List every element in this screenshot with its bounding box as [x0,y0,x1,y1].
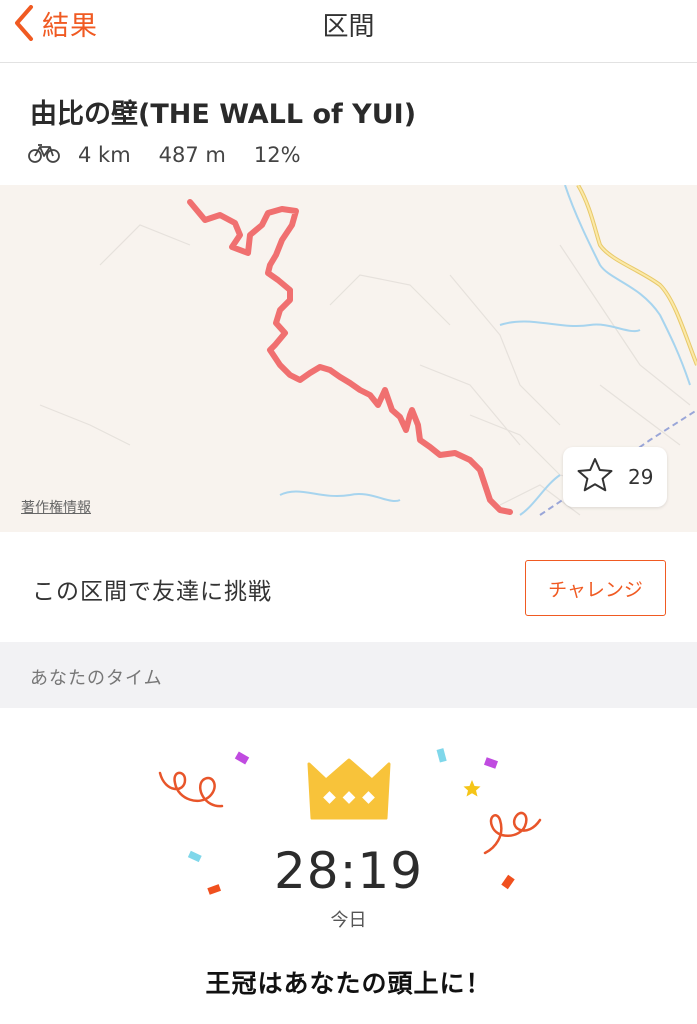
segment-map[interactable]: 著作権情報 29 [0,185,697,532]
page-title: 区間 [322,12,375,42]
challenge-row: この区間で友達に挑戦 チャレンジ [0,532,697,642]
segment-stats: 4 km 487 m 12% [28,140,301,170]
segment-name: 由比の壁(THE WALL of YUI) [30,99,417,130]
crown-icon [306,756,392,826]
segment-grade: 12% [253,143,301,167]
section-label: あなたのタイム [30,668,163,689]
challenge-text: この区間で友達に挑戦 [32,579,272,605]
bicycle-icon [28,143,60,168]
map-attribution-link[interactable]: 著作権情報 [21,497,91,517]
star-outline-icon [563,457,614,497]
challenge-button[interactable]: チャレンジ [525,560,666,616]
elapsed-time: 28:19 [273,842,424,900]
your-time-panel: 28:19 今日 王冠はあなたの頭上に！ [0,708,697,1024]
star-segment-button[interactable]: 29 [563,447,667,507]
crown-message: 王冠はあなたの頭上に！ [205,969,492,998]
section-header-your-time: あなたのタイム [0,642,697,708]
nav-bar: 結果 区間 [0,0,697,63]
activity-date: 今日 [330,910,367,931]
segment-elevation: 487 m [158,143,226,167]
segment-distance: 4 km [78,143,131,167]
star-count: 29 [628,465,654,489]
